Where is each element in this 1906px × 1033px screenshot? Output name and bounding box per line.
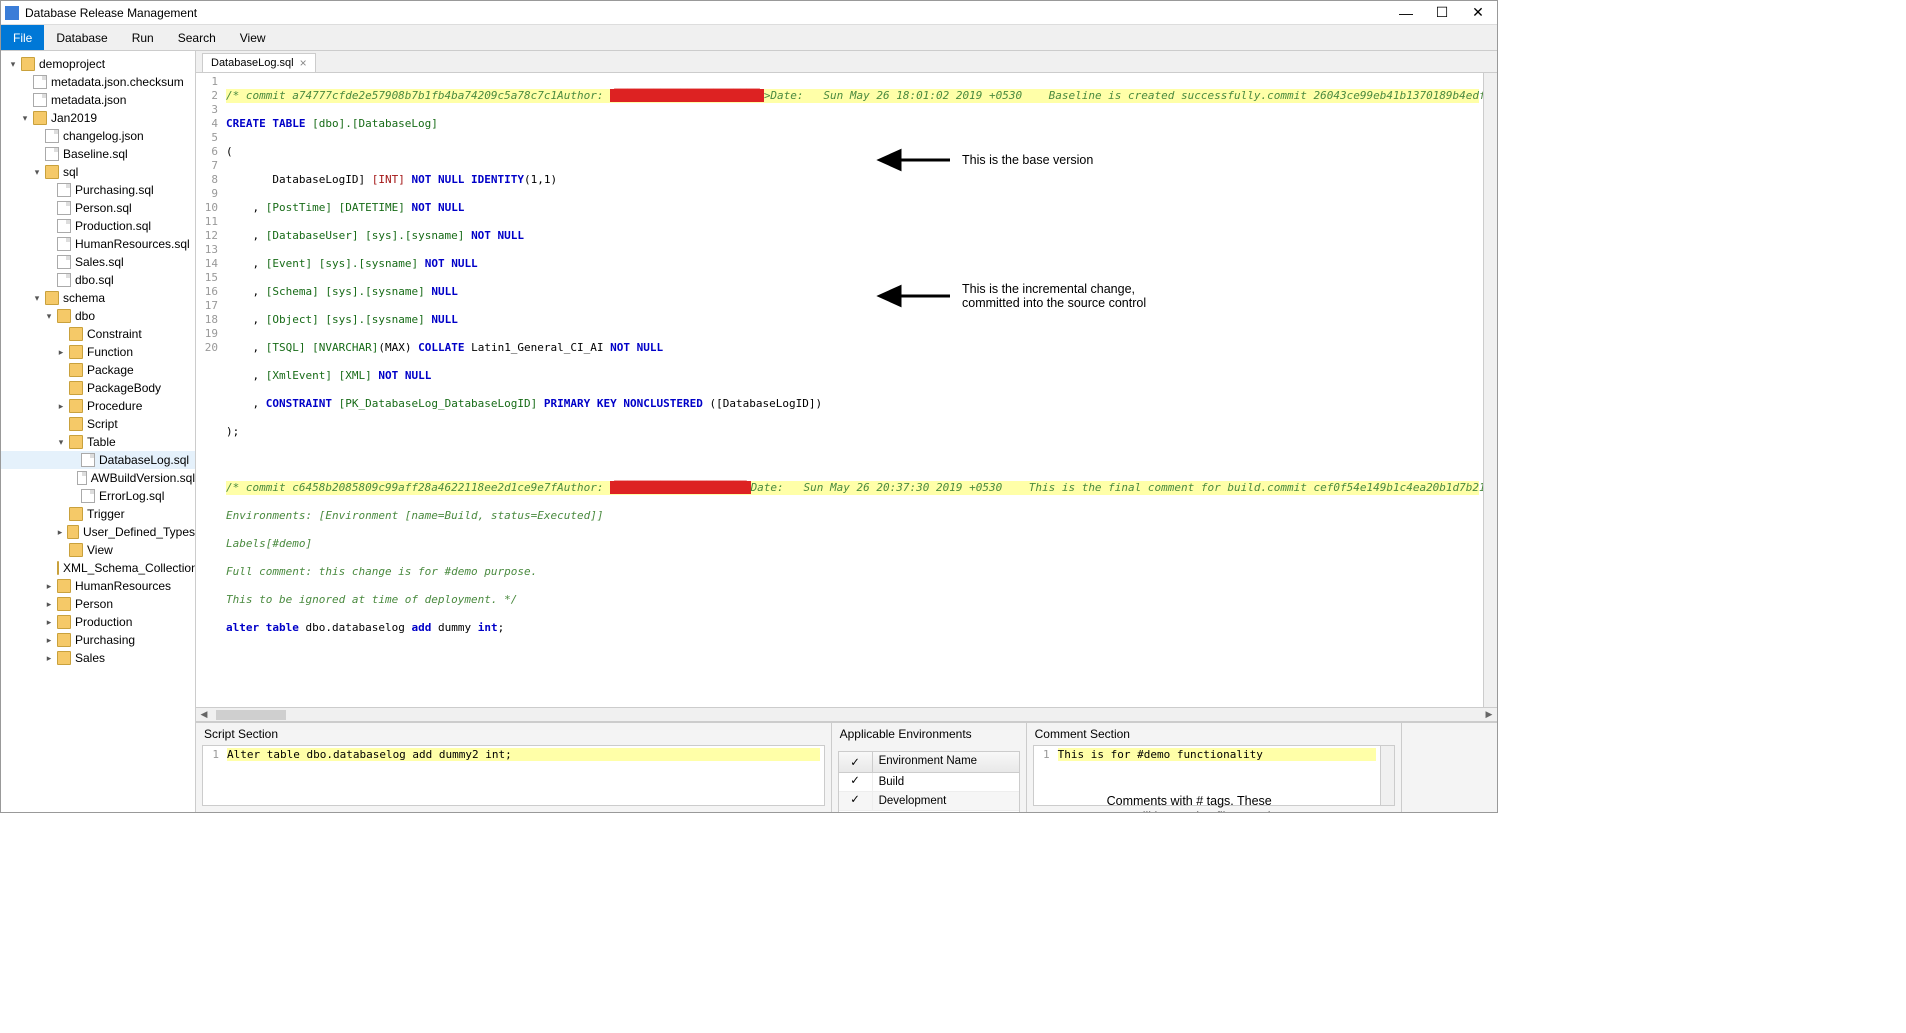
tree-folder[interactable]: View (1, 541, 195, 559)
tree-folder[interactable]: ▸Person (1, 595, 195, 613)
editor-tabs: DatabaseLog.sql × (196, 51, 1497, 73)
tree-folder[interactable]: XML_Schema_Collections (1, 559, 195, 577)
annotation-local-change: Local change to bebuilt next (313, 806, 432, 812)
tree-folder[interactable]: PackageBody (1, 379, 195, 397)
comment-vertical-scrollbar[interactable] (1380, 746, 1394, 805)
env-row-development[interactable]: ✓ Development (839, 792, 1019, 811)
tree-file[interactable]: Sales.sql (1, 253, 195, 271)
tab-label: DatabaseLog.sql (211, 57, 294, 69)
tree-folder[interactable]: ▸Sales (1, 649, 195, 667)
environments-table: ✓ Environment Name ✓ Build ✓ Development (838, 751, 1020, 812)
arrow-left-icon (872, 281, 952, 311)
env-check-header: ✓ (839, 752, 873, 772)
action-buttons-panel: Save Validate Undo (1402, 723, 1497, 812)
tree-folder-dbo[interactable]: ▾dbo (1, 307, 195, 325)
tree-folder-demoproject[interactable]: ▾demoproject (1, 55, 195, 73)
titlebar: Database Release Management — ☐ ✕ (1, 1, 1497, 25)
editor-gutter: 1234567891011121314151617181920 (196, 73, 222, 707)
tree-file[interactable]: HumanResources.sql (1, 235, 195, 253)
tree-file[interactable]: AWBuildVersion.sql (1, 469, 195, 487)
script-section-panel: Script Section 1 Alter table dbo.databas… (196, 723, 832, 812)
sql-editor[interactable]: 1234567891011121314151617181920 /* commi… (196, 73, 1497, 707)
tree-file[interactable]: Baseline.sql (1, 145, 195, 163)
tree-folder[interactable]: Constraint (1, 325, 195, 343)
environments-panel: Applicable Environments ✓ Environment Na… (832, 723, 1027, 812)
tree-file-databaselog[interactable]: DatabaseLog.sql (1, 451, 195, 469)
tree-file[interactable]: Purchasing.sql (1, 181, 195, 199)
tree-folder[interactable]: ▸Purchasing (1, 631, 195, 649)
editor-code[interactable]: /* commit a74777cfde2e57908b7b1fb4ba7420… (222, 73, 1483, 707)
menu-database[interactable]: Database (44, 25, 119, 50)
tree-file[interactable]: dbo.sql (1, 271, 195, 289)
script-section-title: Script Section (196, 723, 831, 745)
app-icon (5, 6, 19, 20)
maximize-button[interactable]: ☐ (1433, 4, 1451, 22)
project-tree[interactable]: ▾demoproject metadata.json.checksum meta… (1, 51, 196, 812)
script-editor[interactable]: 1 Alter table dbo.databaselog add dummy2… (202, 745, 825, 806)
editor-vertical-scrollbar[interactable] (1483, 73, 1497, 707)
arrow-left-icon (872, 145, 952, 175)
tree-folder[interactable]: ▸Production (1, 613, 195, 631)
tab-close-icon[interactable]: × (300, 56, 307, 70)
tree-folder[interactable]: Trigger (1, 505, 195, 523)
tree-file[interactable]: ErrorLog.sql (1, 487, 195, 505)
editor-horizontal-scrollbar[interactable]: ◀ ▶ (196, 707, 1497, 721)
tree-file[interactable]: Production.sql (1, 217, 195, 235)
window-title: Database Release Management (25, 6, 1397, 20)
tree-folder-sql[interactable]: ▾sql (1, 163, 195, 181)
tree-file[interactable]: changelog.json (1, 127, 195, 145)
menu-search[interactable]: Search (166, 25, 228, 50)
menubar: File Database Run Search View (1, 25, 1497, 51)
tree-file[interactable]: metadata.json (1, 91, 195, 109)
env-checkbox[interactable]: ✓ (839, 792, 873, 810)
env-checkbox[interactable]: ✓ (839, 773, 873, 791)
menu-run[interactable]: Run (120, 25, 166, 50)
tree-file[interactable]: metadata.json.checksum (1, 73, 195, 91)
tree-folder-schema[interactable]: ▾schema (1, 289, 195, 307)
annotation-incremental: This is the incremental change,committed… (872, 281, 1146, 311)
menu-file[interactable]: File (1, 25, 44, 50)
tree-folder[interactable]: Script (1, 415, 195, 433)
tab-databaselog[interactable]: DatabaseLog.sql × (202, 53, 316, 72)
close-button[interactable]: ✕ (1469, 4, 1487, 22)
env-row-build[interactable]: ✓ Build (839, 773, 1019, 792)
tree-folder[interactable]: ▸HumanResources (1, 577, 195, 595)
annotation-comment-tags: Comments with # tags. These tags will be… (1107, 793, 1297, 812)
menu-view[interactable]: View (228, 25, 278, 50)
minimize-button[interactable]: — (1397, 4, 1415, 22)
comment-section-panel: Comment Section 1 This is for #demo func… (1027, 723, 1402, 812)
comment-section-title: Comment Section (1027, 723, 1401, 745)
environments-title: Applicable Environments (832, 723, 1026, 745)
env-name-header: Environment Name (873, 752, 1019, 772)
tree-folder-jan2019[interactable]: ▾Jan2019 (1, 109, 195, 127)
annotation-base-version: This is the base version (872, 145, 1093, 175)
tree-folder[interactable]: ▸Procedure (1, 397, 195, 415)
tree-folder[interactable]: ▸User_Defined_Types (1, 523, 195, 541)
tree-folder[interactable]: Package (1, 361, 195, 379)
tree-file[interactable]: Person.sql (1, 199, 195, 217)
tree-folder[interactable]: ▸Function (1, 343, 195, 361)
tree-folder-table[interactable]: ▾Table (1, 433, 195, 451)
